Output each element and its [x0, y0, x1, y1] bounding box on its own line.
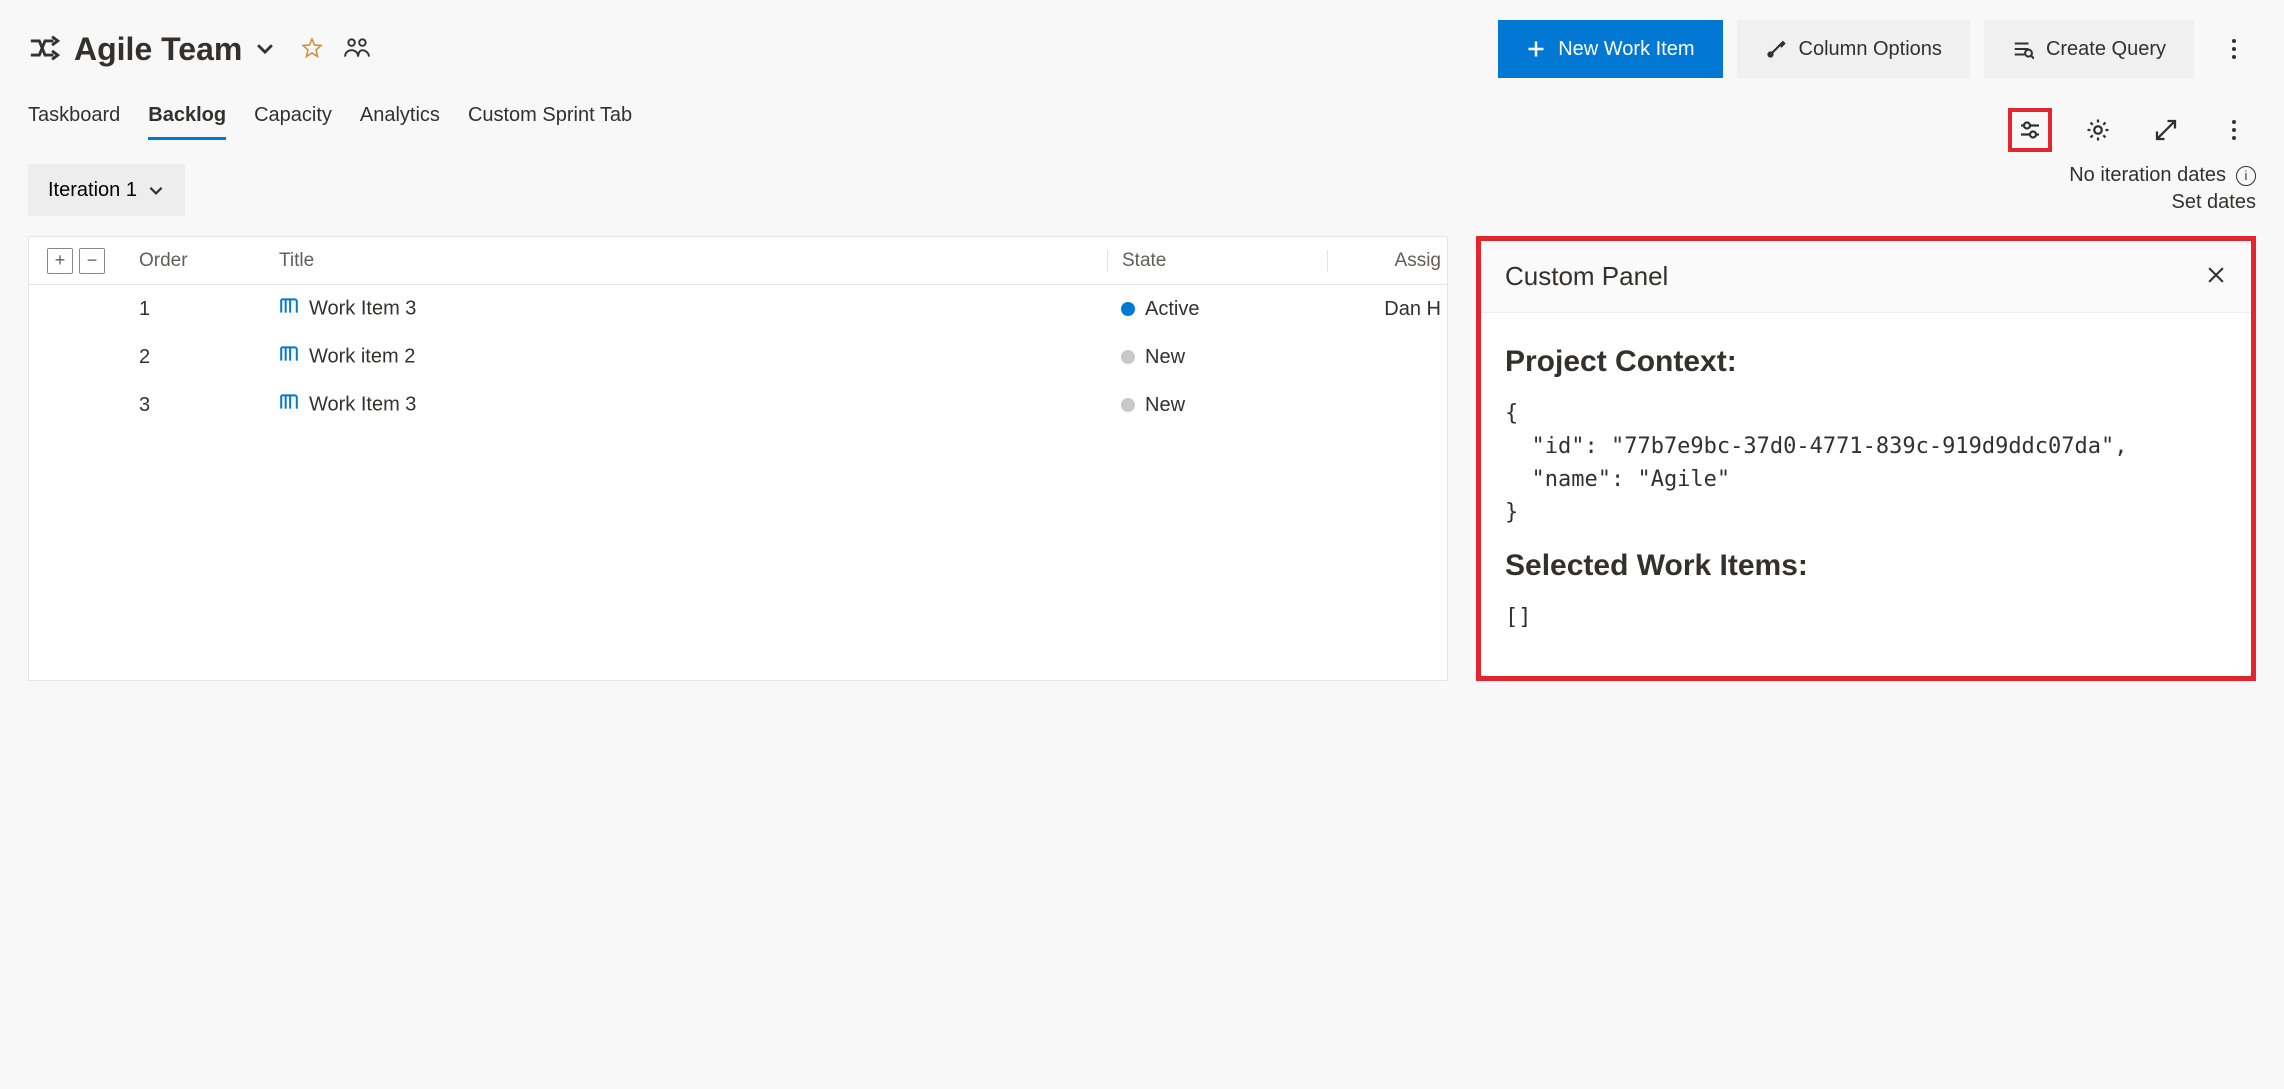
column-options-button[interactable]: Column Options [1737, 20, 1970, 78]
cell-order: 3 [129, 394, 269, 417]
set-dates-link[interactable]: Set dates [2171, 191, 2256, 213]
col-header-assigned[interactable]: Assig [1327, 250, 1447, 272]
create-query-label: Create Query [2046, 38, 2166, 61]
no-dates-label: No iteration dates [2069, 164, 2226, 187]
work-item-icon [279, 394, 299, 416]
panel-title: Custom Panel [1505, 261, 1668, 292]
cell-assigned: Dan H [1327, 298, 1447, 321]
panel-project-context-heading: Project Context: [1505, 345, 2227, 379]
team-selector-chevron[interactable] [254, 37, 276, 62]
backlog-grid: + − Order Title State Assig 1Work Item 3… [28, 236, 1448, 681]
expand-all-button[interactable]: + [47, 248, 73, 274]
col-header-title[interactable]: Title [269, 250, 1107, 272]
col-header-order[interactable]: Order [129, 250, 269, 272]
filter-settings-icon[interactable] [2008, 108, 2052, 152]
column-options-label: Column Options [1799, 38, 1942, 61]
table-row[interactable]: 3Work Item 3New [29, 381, 1447, 429]
tab-custom-sprint[interactable]: Custom Sprint Tab [468, 96, 632, 140]
cell-order: 1 [129, 298, 269, 321]
new-work-item-button[interactable]: New Work Item [1498, 20, 1722, 78]
tab-capacity[interactable]: Capacity [254, 96, 332, 140]
cell-title[interactable]: Work Item 3 [269, 297, 1107, 321]
view-tabs: Taskboard Backlog Capacity Analytics Cus… [0, 88, 2284, 140]
table-row[interactable]: 2Work item 2New [29, 333, 1447, 381]
view-toolbar [2008, 108, 2256, 152]
new-work-item-label: New Work Item [1558, 38, 1694, 61]
fullscreen-icon[interactable] [2144, 108, 2188, 152]
team-title: Agile Team [74, 31, 242, 68]
panel-selected-items-heading: Selected Work Items: [1505, 549, 2227, 583]
panel-selected-items-json: [] [1505, 601, 2227, 634]
team-icon [28, 35, 62, 64]
grid-header: + − Order Title State Assig [29, 237, 1447, 285]
cell-title[interactable]: Work Item 3 [269, 393, 1107, 417]
tab-backlog[interactable]: Backlog [148, 96, 226, 140]
panel-project-context-json: { "id": "77b7e9bc-37d0-4771-839c-919d9dd… [1505, 397, 2227, 529]
table-row[interactable]: 1Work Item 3ActiveDan H [29, 285, 1447, 333]
close-icon[interactable] [2205, 264, 2227, 289]
cell-title[interactable]: Work item 2 [269, 345, 1107, 369]
iteration-row: Iteration 1 No iteration dates i Set dat… [0, 140, 2284, 216]
create-query-button[interactable]: Create Query [1984, 20, 2194, 78]
iteration-dates: No iteration dates i Set dates [2069, 164, 2256, 214]
page-header: Agile Team New Work Item Column Options … [0, 0, 2284, 88]
cell-state: Active [1107, 298, 1327, 321]
view-more-menu[interactable] [2212, 108, 2256, 152]
header-more-menu[interactable] [2212, 27, 2256, 71]
favorite-star-icon[interactable] [300, 36, 324, 63]
cell-state: New [1107, 394, 1327, 417]
settings-gear-icon[interactable] [2076, 108, 2120, 152]
team-members-icon[interactable] [344, 37, 370, 62]
iteration-selector[interactable]: Iteration 1 [28, 164, 185, 216]
cell-state: New [1107, 346, 1327, 369]
work-item-icon [279, 346, 299, 368]
cell-order: 2 [129, 346, 269, 369]
tab-taskboard[interactable]: Taskboard [28, 96, 120, 140]
info-icon[interactable]: i [2236, 166, 2256, 186]
tab-analytics[interactable]: Analytics [360, 96, 440, 140]
col-header-state[interactable]: State [1107, 250, 1327, 272]
custom-panel: Custom Panel Project Context: { "id": "7… [1476, 236, 2256, 681]
collapse-all-button[interactable]: − [79, 248, 105, 274]
iteration-label: Iteration 1 [48, 179, 137, 202]
work-item-icon [279, 298, 299, 320]
